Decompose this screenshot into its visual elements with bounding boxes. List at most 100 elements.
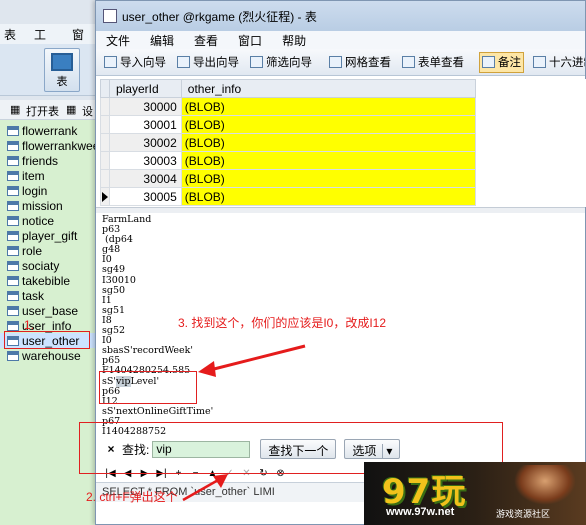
table-icon bbox=[7, 275, 19, 286]
window-title: user_other @rkgame (烈火征程) - 表 bbox=[122, 9, 317, 24]
window-toolbar: 导入向导 导出向导 筛选向导 网格查看 表单查看 备注 十六进制 图像 bbox=[96, 49, 585, 76]
cell-other-info[interactable]: (BLOB) bbox=[180, 133, 477, 152]
table-list-label: item bbox=[22, 168, 45, 183]
row-indicator[interactable] bbox=[100, 169, 110, 188]
row-indicator[interactable] bbox=[100, 115, 110, 134]
table-button[interactable]: 表 bbox=[44, 48, 80, 92]
table-icon bbox=[7, 350, 19, 361]
cell-playerid[interactable]: 30004 bbox=[108, 169, 182, 188]
table-list-label: mission bbox=[22, 198, 63, 213]
viewer-line: I0 bbox=[102, 254, 112, 266]
table-list-item[interactable]: flowerrankweek bbox=[0, 138, 105, 153]
table-list-item[interactable]: user_base bbox=[0, 303, 99, 318]
table-icon bbox=[7, 305, 19, 316]
table-list-label: takebible bbox=[22, 273, 71, 288]
background-menubar: 表 工具 窗口 bbox=[0, 24, 100, 59]
row-indicator[interactable] bbox=[100, 97, 110, 116]
grid-corner bbox=[100, 79, 110, 98]
table-list-item[interactable]: role bbox=[0, 243, 99, 258]
open-table-button[interactable]: 打开表 bbox=[26, 103, 59, 119]
character-art bbox=[514, 465, 576, 505]
form-view-button[interactable]: 表单查看 bbox=[400, 52, 466, 73]
table-icon bbox=[7, 125, 19, 136]
table-list-item[interactable]: notice bbox=[0, 213, 99, 228]
filter-wizard-button[interactable]: 筛选向导 bbox=[248, 52, 314, 73]
export-wizard-button[interactable]: 导出向导 bbox=[175, 52, 241, 73]
watermark-subtitle: 游戏资源社区 bbox=[496, 509, 551, 519]
blob-text-viewer[interactable]: FarmLand p63 (dp64 g48 I0 sg49 I30010 sg50 I1 sg… bbox=[96, 213, 585, 449]
viewer-line: sbasS'recordWeek' bbox=[102, 345, 194, 357]
hex-button[interactable]: 十六进制 bbox=[531, 52, 585, 73]
table-list-item[interactable]: task bbox=[0, 288, 99, 303]
menu-help[interactable]: 帮助 bbox=[276, 32, 316, 49]
annotation-step3: 3. 找到这个，你们的应该是I0，改成I12 bbox=[178, 316, 387, 330]
cell-playerid[interactable]: 30005 bbox=[108, 187, 182, 206]
filter-icon bbox=[250, 56, 263, 68]
column-header-other-info[interactable]: other_info bbox=[180, 79, 477, 98]
bg-menu-table[interactable]: 表 bbox=[0, 24, 20, 44]
cell-other-info[interactable]: (BLOB) bbox=[180, 187, 477, 206]
import-wizard-button[interactable]: 导入向导 bbox=[102, 52, 168, 73]
cell-other-info[interactable]: (BLOB) bbox=[180, 115, 477, 134]
design-table-icon: ▦ bbox=[66, 104, 77, 116]
table-list-item[interactable]: flowerrank bbox=[0, 123, 99, 138]
table-list-item[interactable]: mission bbox=[0, 198, 99, 213]
row-indicator[interactable] bbox=[100, 133, 110, 152]
table-list-item[interactable]: friends bbox=[0, 153, 99, 168]
table-icon bbox=[7, 230, 19, 241]
grid-empty-area bbox=[476, 79, 586, 207]
table-list-label: role bbox=[22, 243, 43, 258]
table-list-item[interactable]: player_gift bbox=[0, 228, 99, 243]
window-icon bbox=[103, 9, 117, 23]
viewer-line: g48 bbox=[102, 244, 121, 256]
window-titlebar[interactable]: user_other @rkgame (烈火征程) - 表 bbox=[96, 1, 585, 31]
menu-view[interactable]: 查看 bbox=[188, 32, 228, 49]
viewer-line: (dp64 bbox=[102, 234, 133, 246]
table-row[interactable]: 30003 (BLOB) bbox=[100, 151, 477, 170]
cell-playerid[interactable]: 30000 bbox=[108, 97, 182, 116]
table-icon bbox=[7, 185, 19, 196]
table-row[interactable]: 30001 (BLOB) bbox=[100, 115, 477, 134]
table-row[interactable]: 30000 (BLOB) bbox=[100, 97, 477, 116]
data-grid: playerId other_info 30000 (BLOB) 30001 (BLO… bbox=[100, 79, 477, 206]
cell-playerid[interactable]: 30002 bbox=[108, 133, 182, 152]
menu-edit[interactable]: 编辑 bbox=[144, 32, 184, 49]
table-list-label: friends bbox=[22, 153, 59, 168]
grid-view-button[interactable]: 网格查看 bbox=[327, 52, 393, 73]
table-list-label: flowerrankweek bbox=[22, 138, 106, 153]
table-row[interactable]: 30002 (BLOB) bbox=[100, 133, 477, 152]
cell-other-info[interactable]: (BLOB) bbox=[180, 169, 477, 188]
cell-other-info[interactable]: (BLOB) bbox=[180, 97, 477, 116]
table-list-item[interactable]: takebible bbox=[0, 273, 99, 288]
row-indicator[interactable] bbox=[100, 151, 110, 170]
viewer-line: p63 bbox=[102, 224, 121, 236]
table-row[interactable]: 30004 (BLOB) bbox=[100, 169, 477, 188]
cell-playerid[interactable]: 30003 bbox=[108, 151, 182, 170]
table-icon bbox=[7, 215, 19, 226]
annotation-step1: 1. bbox=[24, 318, 35, 332]
column-header-playerid[interactable]: playerId bbox=[108, 79, 182, 98]
form-icon bbox=[402, 56, 415, 68]
grid-icon bbox=[329, 56, 342, 68]
table-row[interactable]: 30005 (BLOB) bbox=[100, 187, 477, 206]
bg-menu-tools[interactable]: 工具 bbox=[30, 24, 62, 59]
table-list-item[interactable]: warehouse bbox=[0, 348, 99, 363]
memo-button[interactable]: 备注 bbox=[479, 51, 524, 73]
viewer-line: sg49 bbox=[102, 264, 126, 276]
design-table-button[interactable]: 设 bbox=[82, 103, 93, 119]
table-list-label: sociaty bbox=[22, 258, 60, 273]
menu-window[interactable]: 窗口 bbox=[232, 32, 272, 49]
cell-playerid[interactable]: 30001 bbox=[108, 115, 182, 134]
menu-file[interactable]: 文件 bbox=[100, 32, 140, 49]
export-icon bbox=[177, 56, 190, 68]
viewer-line: sg50 bbox=[102, 284, 126, 296]
cell-other-info[interactable]: (BLOB) bbox=[180, 151, 477, 170]
annotation-box-value bbox=[99, 371, 197, 404]
table-list-label: user_base bbox=[22, 303, 79, 318]
watermark-url: www.97w.net bbox=[386, 506, 455, 518]
table-list-item[interactable]: login bbox=[0, 183, 99, 198]
table-list-item[interactable]: item bbox=[0, 168, 99, 183]
table-list-item[interactable]: sociaty bbox=[0, 258, 99, 273]
row-indicator[interactable] bbox=[100, 187, 110, 206]
table-icon bbox=[7, 140, 19, 151]
